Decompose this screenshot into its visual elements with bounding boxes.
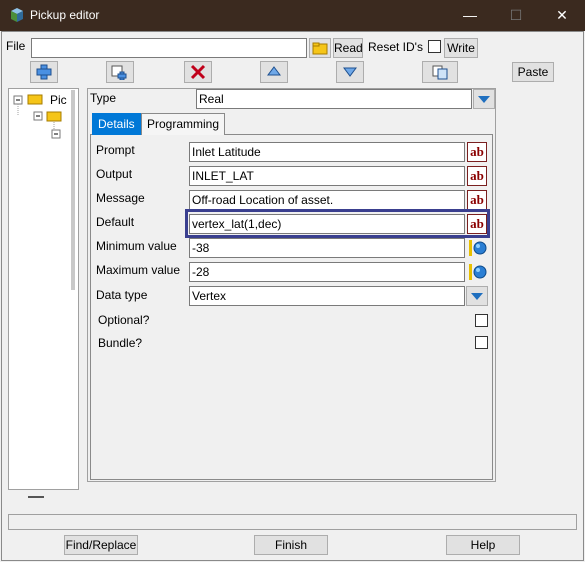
bundle-checkbox[interactable]: [475, 336, 488, 349]
maximum-value-label: Maximum value: [96, 263, 181, 277]
folder-icon: [312, 42, 328, 54]
type-label: Type: [90, 91, 117, 105]
prompt-label: Prompt: [96, 143, 135, 157]
optional-checkbox[interactable]: [475, 314, 488, 327]
prompt-field[interactable]: Inlet Latitude: [189, 142, 465, 162]
status-bar: [8, 514, 577, 530]
browse-folder-button[interactable]: [309, 38, 331, 58]
copy-button[interactable]: [422, 61, 458, 83]
minimize-button[interactable]: —: [447, 0, 493, 31]
copy-icon: [432, 65, 448, 80]
data-type-dropdown-button[interactable]: [466, 286, 488, 306]
prompt-text-icon[interactable]: ab: [467, 142, 487, 162]
output-text-icon[interactable]: ab: [467, 166, 487, 186]
default-field[interactable]: vertex_lat(1,dec): [189, 214, 465, 234]
tree-panel[interactable]: [8, 88, 79, 490]
tree-subfolder-icon: [46, 111, 62, 122]
insert-button[interactable]: [106, 61, 134, 83]
arrow-down-icon: [343, 67, 357, 77]
default-label: Default: [96, 215, 135, 229]
type-dropdown-button[interactable]: [473, 89, 495, 109]
message-field[interactable]: Off-road Location of asset.: [189, 190, 465, 210]
file-label: File: [6, 39, 26, 53]
chevron-down-icon: [478, 96, 490, 103]
globe-icon: [469, 240, 487, 256]
maximum-value-field[interactable]: -28: [189, 262, 465, 282]
move-down-button[interactable]: [336, 61, 364, 83]
tree-folder-icon: [27, 94, 43, 105]
output-label: Output: [96, 167, 133, 181]
message-label: Message: [96, 191, 145, 205]
finish-button[interactable]: Finish: [254, 535, 328, 555]
chevron-down-icon: [471, 293, 483, 300]
plus-icon: [36, 64, 52, 80]
splitter-handle[interactable]: [28, 496, 44, 498]
tree-root-label[interactable]: Pic: [50, 93, 67, 107]
minimum-value-pick-button[interactable]: [467, 238, 487, 258]
minimum-value-field[interactable]: -38: [189, 238, 465, 258]
type-select[interactable]: Real: [196, 89, 472, 109]
optional-label: Optional?: [98, 313, 150, 327]
message-text-icon[interactable]: ab: [467, 190, 487, 210]
read-button[interactable]: Read: [333, 38, 363, 58]
insert-icon: [111, 65, 127, 80]
bundle-label: Bundle?: [98, 336, 143, 350]
add-button[interactable]: [30, 61, 58, 83]
globe-icon: [469, 264, 487, 280]
move-up-button[interactable]: [260, 61, 288, 83]
window-title: Pickup editor: [30, 8, 100, 22]
tab-details[interactable]: Details: [92, 113, 141, 135]
reset-ids-label: Reset ID's: [368, 40, 423, 54]
delete-x-icon: [190, 64, 206, 80]
default-text-icon[interactable]: ab: [467, 214, 487, 234]
close-button[interactable]: ✕: [539, 0, 585, 31]
tab-programming[interactable]: Programming: [141, 113, 226, 135]
minimum-value-label: Minimum value: [96, 239, 177, 253]
file-input[interactable]: [31, 38, 307, 58]
write-checkbox[interactable]: [428, 40, 441, 53]
data-type-label: Data type: [96, 288, 148, 302]
tree-scrollbar[interactable]: [70, 90, 76, 488]
arrow-up-icon: [267, 66, 281, 76]
paste-button[interactable]: Paste: [512, 62, 554, 82]
find-replace-button[interactable]: Find/Replace: [64, 535, 138, 555]
delete-button[interactable]: [184, 61, 212, 83]
output-field[interactable]: INLET_LAT: [189, 166, 465, 186]
help-button[interactable]: Help: [446, 535, 520, 555]
write-button[interactable]: Write: [444, 38, 478, 58]
maximize-button[interactable]: ☐: [493, 0, 539, 31]
maximum-value-pick-button[interactable]: [467, 262, 487, 282]
app-icon: [11, 8, 23, 22]
data-type-select[interactable]: Vertex: [189, 286, 465, 306]
